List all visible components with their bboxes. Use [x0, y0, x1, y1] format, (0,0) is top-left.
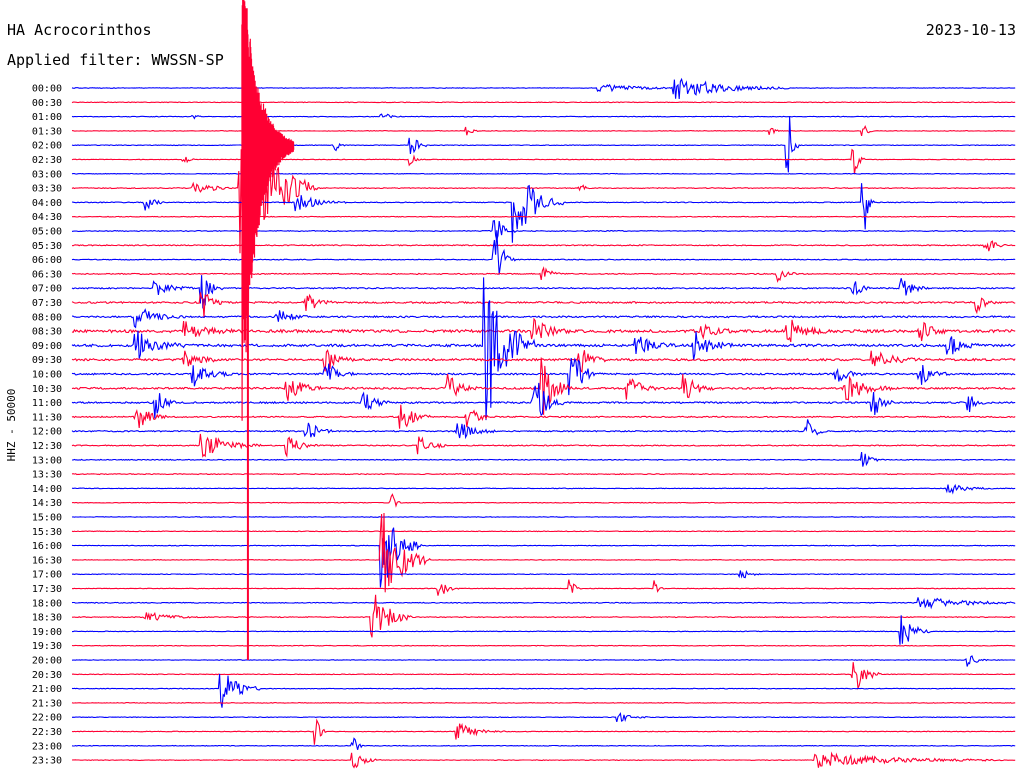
row-time-label: 14:00 [32, 484, 62, 495]
row-time-label: 19:00 [32, 627, 62, 638]
row-time-label: 02:00 [32, 141, 62, 152]
row-time-label: 11:30 [32, 412, 62, 423]
row-time-label: 06:30 [32, 269, 62, 280]
row-time-label: 10:00 [32, 370, 62, 381]
row-time-label: 15:30 [32, 527, 62, 538]
date-label: 2023-10-13 [926, 21, 1016, 39]
row-time-label: 17:00 [32, 570, 62, 581]
trace-line [71, 172, 1016, 175]
row-time-label: 12:30 [32, 441, 62, 452]
row-time-label: 03:30 [32, 184, 62, 195]
row-time-label: 01:30 [32, 126, 62, 137]
trace-line [71, 530, 1016, 533]
row-time-label: 22:00 [32, 713, 62, 724]
row-time-label: 05:00 [32, 227, 62, 238]
row-time-label: 20:30 [32, 670, 62, 681]
trace-line [71, 473, 1016, 476]
row-time-label: 00:00 [32, 84, 62, 95]
row-time-label: 08:30 [32, 327, 62, 338]
row-time-label: 02:30 [32, 155, 62, 166]
row-time-label: 07:30 [32, 298, 62, 309]
row-time-label: 08:00 [32, 312, 62, 323]
row-time-label: 22:30 [32, 727, 62, 738]
row-time-label: 16:00 [32, 541, 62, 552]
trace-line [71, 101, 1016, 104]
row-time-label: 20:00 [32, 656, 62, 667]
row-time-label: 19:30 [32, 641, 62, 652]
filter-label: Applied filter: WWSSN-SP [7, 51, 224, 69]
row-time-label: 05:30 [32, 241, 62, 252]
row-time-label: 04:00 [32, 198, 62, 209]
trace-line [71, 516, 1016, 518]
row-time-label: 15:00 [32, 513, 62, 524]
row-time-label: 01:00 [32, 112, 62, 123]
row-time-label: 07:00 [32, 284, 62, 295]
row-time-label: 03:00 [32, 169, 62, 180]
row-time-label: 10:30 [32, 384, 62, 395]
row-time-label: 23:00 [32, 741, 62, 752]
row-time-label: 13:30 [32, 470, 62, 481]
row-time-label: 04:30 [32, 212, 62, 223]
row-time-label: 17:30 [32, 584, 62, 595]
row-time-label: 09:00 [32, 341, 62, 352]
trace-line [71, 644, 1016, 647]
row-time-label: 14:30 [32, 498, 62, 509]
row-time-label: 13:00 [32, 455, 62, 466]
station-title: HA Acrocorinthos [7, 21, 152, 39]
row-time-label: 18:30 [32, 613, 62, 624]
row-time-label: 09:30 [32, 355, 62, 366]
trace-line [71, 701, 1016, 704]
row-time-label: 12:00 [32, 427, 62, 438]
seismogram-chart: HA Acrocorinthos 2023-10-13 Applied filt… [0, 0, 1024, 780]
row-time-label: 18:00 [32, 598, 62, 609]
channel-scale-label: HHZ - 50000 [5, 389, 18, 462]
row-time-label: 06:00 [32, 255, 62, 266]
row-time-label: 21:00 [32, 684, 62, 695]
row-time-label: 11:00 [32, 398, 62, 409]
row-time-label: 00:30 [32, 98, 62, 109]
row-time-label: 16:30 [32, 555, 62, 566]
row-time-label: 23:30 [32, 756, 62, 767]
row-time-label: 21:30 [32, 698, 62, 709]
trace-line [72, 215, 1016, 218]
